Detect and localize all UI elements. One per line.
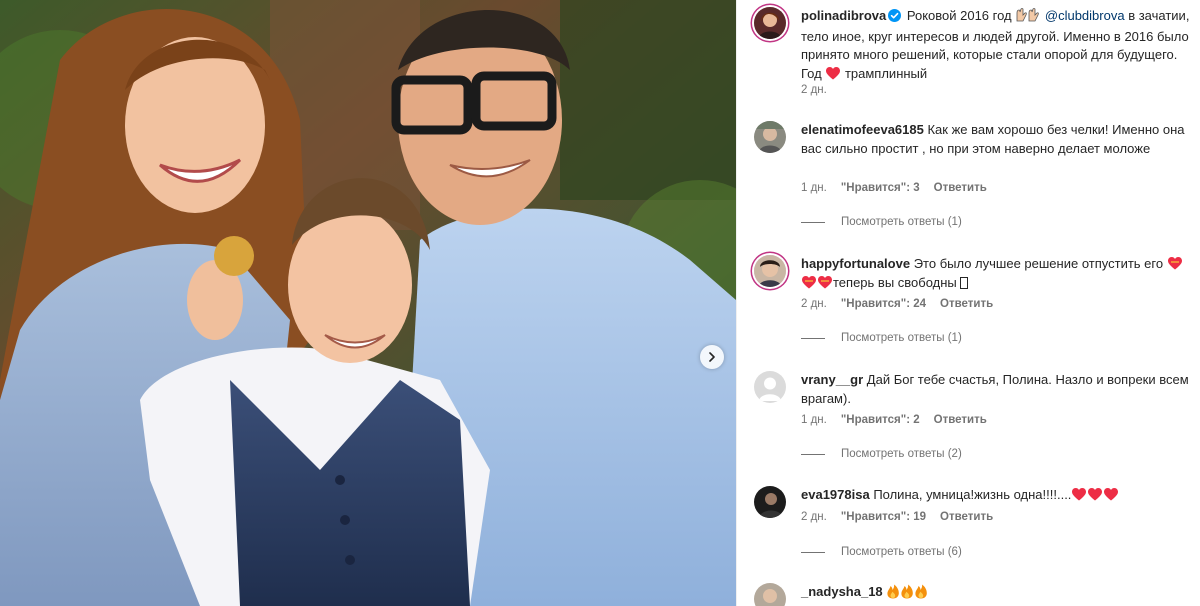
comment-avatar[interactable] xyxy=(754,255,786,287)
reply-button[interactable]: Ответить xyxy=(940,511,993,523)
post-time[interactable]: 2 дн. xyxy=(801,84,827,96)
caption-text-1: Роковой 2016 год xyxy=(906,8,1012,23)
comment-avatar[interactable] xyxy=(754,583,786,606)
replies-divider xyxy=(801,551,825,553)
author-avatar[interactable] xyxy=(754,7,786,39)
likes-count: 24 xyxy=(913,298,927,310)
default-avatar-icon[interactable] xyxy=(754,371,786,403)
comment-meta: 2 дн. "Нравится": 19 Ответить xyxy=(801,511,993,523)
comment-username[interactable]: elenatimofeeva6185 xyxy=(801,122,924,137)
comment-text: Полина, умница!жизнь одна!!!!.... xyxy=(873,487,1072,502)
comment-time[interactable]: 1 дн. xyxy=(801,182,827,194)
view-replies-button[interactable]: Посмотреть ответы (1) xyxy=(801,332,962,344)
comment-time[interactable]: 2 дн. xyxy=(801,511,827,523)
likes-label: "Нравится": xyxy=(840,182,911,194)
post-caption: polinadibrova Роковой 2016 год @clubdibr… xyxy=(801,7,1193,83)
author-username[interactable]: polinadibrova xyxy=(801,8,886,23)
heart-icon xyxy=(818,275,832,288)
post-photo[interactable] xyxy=(0,0,736,606)
comment-text: Это было лучшее решение отпустить его xyxy=(913,256,1164,271)
comment-meta: 2 дн. "Нравится": 24 Ответить xyxy=(801,298,993,310)
comment-item: happyfortunalove Это было лучшее решение… xyxy=(801,255,1193,294)
comment-time[interactable]: 2 дн. xyxy=(801,298,827,310)
red-heart-icon xyxy=(1104,488,1119,501)
comment-likes[interactable]: "Нравится": 19 xyxy=(841,511,926,523)
comment-item: vrany__gr Дай Бог тебе счастья, Полина. … xyxy=(801,371,1193,408)
comment-meta: 1 дн. "Нравится": 2 Ответить xyxy=(801,414,987,426)
comment-likes[interactable]: "Нравится": 24 xyxy=(841,298,926,310)
red-heart-icon xyxy=(826,66,841,79)
reply-button[interactable]: Ответить xyxy=(940,298,993,310)
comment-meta: 1 дн. "Нравится": 3 Ответить xyxy=(801,182,987,194)
comment-avatar[interactable] xyxy=(754,486,786,518)
heart-icon xyxy=(1167,257,1182,270)
comment-username[interactable]: happyfortunalove xyxy=(801,256,910,271)
likes-count: 2 xyxy=(913,414,920,426)
comment-avatar[interactable] xyxy=(754,121,786,153)
family-photo-image xyxy=(0,0,736,606)
replies-divider xyxy=(801,337,825,339)
comment-item: _nadysha_18 xyxy=(801,583,1193,602)
comment-username[interactable]: vrany__gr xyxy=(801,372,863,387)
comment-likes[interactable]: "Нравится": 2 xyxy=(841,414,920,426)
comment-likes[interactable]: "Нравится": 3 xyxy=(841,182,920,194)
fire-icon-group xyxy=(886,584,928,599)
verified-badge-icon xyxy=(888,9,902,22)
view-replies-button[interactable]: Посмотреть ответы (1) xyxy=(801,216,962,228)
view-replies-label: Посмотреть ответы (1) xyxy=(841,332,962,344)
comment-username[interactable]: eva1978isa xyxy=(801,487,870,502)
fire-icon xyxy=(887,584,900,599)
comment-username[interactable]: _nadysha_18 xyxy=(801,584,883,599)
comment-item: eva1978isa Полина, умница!жизнь одна!!!!… xyxy=(801,486,1193,505)
raised-hands-icon xyxy=(1015,8,1041,28)
view-replies-button[interactable]: Посмотреть ответы (2) xyxy=(801,448,962,460)
likes-label: "Нравится": xyxy=(840,414,911,426)
comments-panel: polinadibrova Роковой 2016 год @clubdibr… xyxy=(736,0,1200,606)
post-meta: 2 дн. xyxy=(801,84,827,96)
comment-time[interactable]: 1 дн. xyxy=(801,414,827,426)
fire-icon xyxy=(901,584,914,599)
missing-glyph-icon xyxy=(960,276,969,295)
likes-count: 3 xyxy=(913,182,920,194)
likes-label: "Нравится": xyxy=(840,298,911,310)
view-replies-label: Посмотреть ответы (1) xyxy=(841,216,962,228)
fire-icon xyxy=(915,584,928,599)
reply-button[interactable]: Ответить xyxy=(934,182,987,194)
replies-divider xyxy=(801,453,825,455)
caption-text-3: трамплинный xyxy=(844,65,928,81)
likes-label: "Нравится": xyxy=(840,511,911,523)
carousel-next-button[interactable] xyxy=(700,345,724,369)
replies-divider xyxy=(801,221,825,223)
chevron-right-icon xyxy=(709,352,715,362)
view-replies-label: Посмотреть ответы (6) xyxy=(841,546,962,558)
red-heart-icon xyxy=(1088,488,1103,501)
view-replies-button[interactable]: Посмотреть ответы (6) xyxy=(801,546,962,558)
caption-mention-link[interactable]: @clubdibrova xyxy=(1045,8,1125,23)
comment-item: elenatimofeeva6185 Как же вам хорошо без… xyxy=(801,121,1193,158)
view-replies-label: Посмотреть ответы (2) xyxy=(841,448,962,460)
likes-count: 19 xyxy=(913,511,927,523)
reply-button[interactable]: Ответить xyxy=(934,414,987,426)
red-heart-icon xyxy=(1072,488,1087,501)
comment-text-cont: теперь вы свободны xyxy=(833,274,957,290)
heart-icon xyxy=(802,275,816,288)
